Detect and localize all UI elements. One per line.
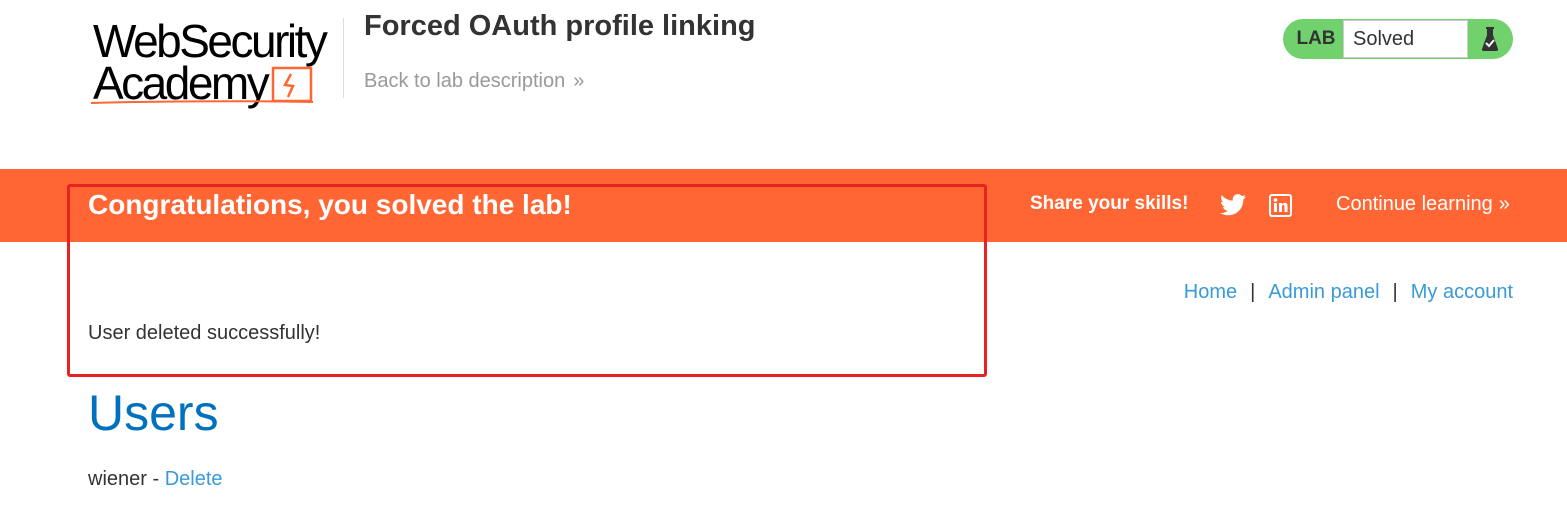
flask-check-icon bbox=[1468, 20, 1512, 58]
lab-status-label: LAB bbox=[1296, 28, 1336, 49]
continue-learning-label: Continue learning bbox=[1336, 193, 1493, 215]
back-to-lab-description-link[interactable]: Back to lab description » bbox=[364, 70, 584, 93]
nav-my-account-link[interactable]: My account bbox=[1411, 281, 1513, 304]
header-divider bbox=[343, 18, 344, 98]
lab-status-value: Solved bbox=[1343, 20, 1468, 58]
linkedin-icon[interactable] bbox=[1269, 194, 1292, 217]
user-deleted-message: User deleted successfully! bbox=[88, 322, 321, 344]
delete-user-link[interactable]: Delete bbox=[165, 468, 223, 490]
lab-status-widget: LAB Solved bbox=[1283, 19, 1513, 59]
back-link-label: Back to lab description bbox=[364, 70, 566, 92]
congratulations-message: Congratulations, you solved the lab! bbox=[88, 189, 572, 220]
double-chevron-right-icon: » bbox=[1498, 193, 1510, 215]
user-name: wiener bbox=[88, 468, 147, 490]
web-security-academy-logo[interactable]: WebSecurity Academy bbox=[88, 14, 343, 109]
user-list-item: wiener - Delete bbox=[88, 468, 223, 491]
nav-separator: | bbox=[1392, 281, 1398, 303]
user-separator: - bbox=[146, 468, 165, 490]
top-navigation: Home | Admin panel | My account bbox=[1184, 281, 1513, 304]
logo-underline bbox=[91, 100, 313, 104]
nav-separator: | bbox=[1250, 281, 1256, 303]
lab-title: Forced OAuth profile linking bbox=[364, 10, 756, 42]
site-header: WebSecurity Academy Forced OAuth profile… bbox=[0, 0, 1567, 169]
nav-admin-panel-link[interactable]: Admin panel bbox=[1268, 281, 1379, 304]
double-chevron-right-icon: » bbox=[573, 70, 584, 92]
share-skills-label: Share your skills! bbox=[1030, 193, 1189, 214]
continue-learning-link[interactable]: Continue learning » bbox=[1336, 193, 1510, 216]
twitter-icon[interactable] bbox=[1220, 193, 1246, 217]
nav-home-link[interactable]: Home bbox=[1184, 281, 1237, 304]
users-heading: Users bbox=[88, 385, 219, 441]
